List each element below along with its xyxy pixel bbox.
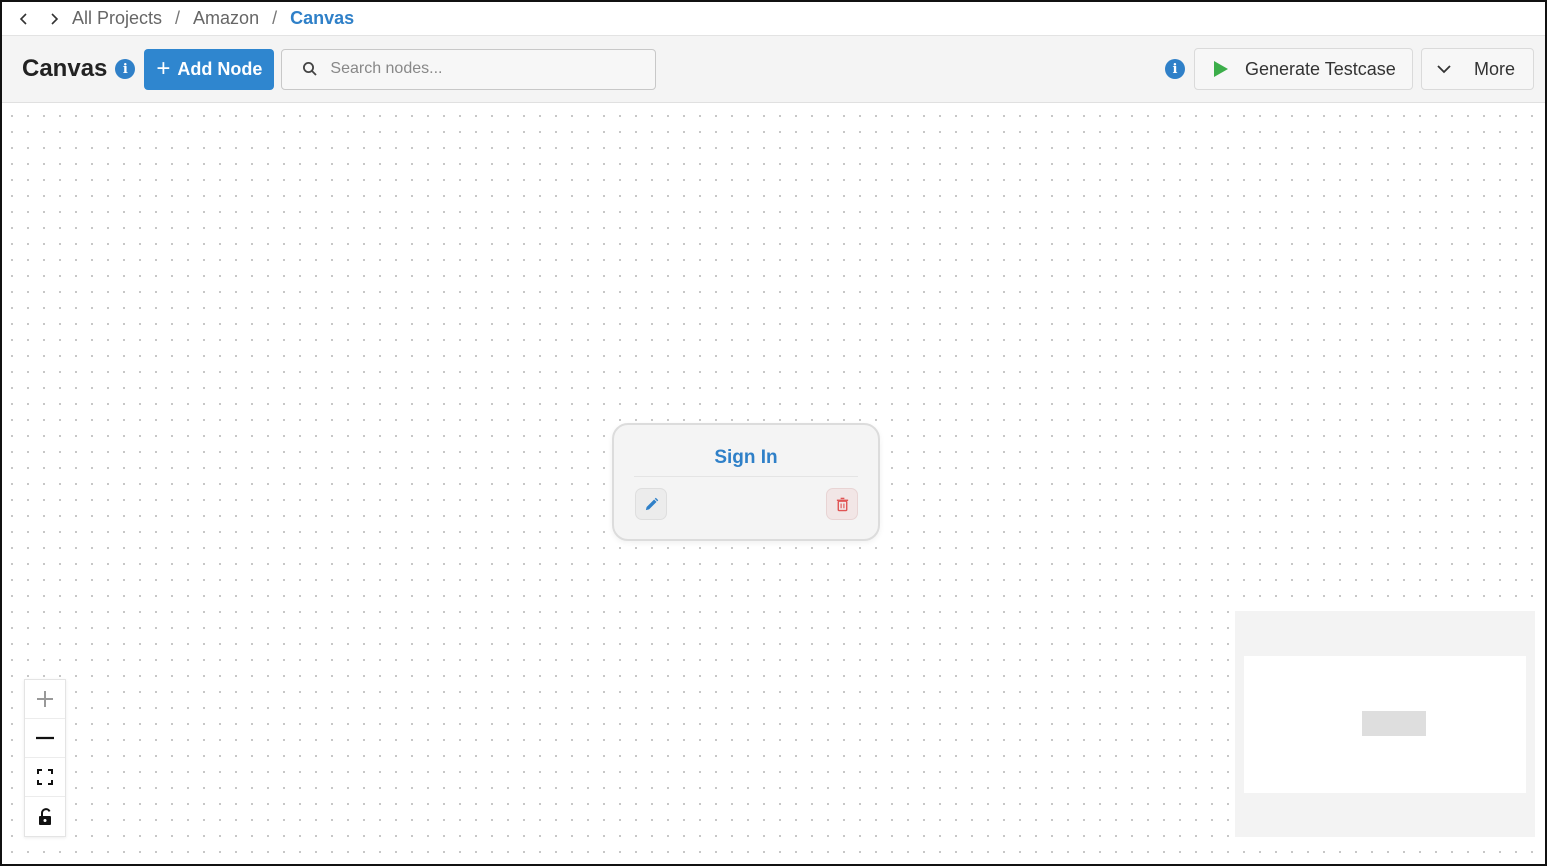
breadcrumb-separator: / [272, 8, 278, 28]
breadcrumb-all-projects[interactable]: All Projects [72, 8, 162, 29]
add-node-button[interactable]: + Add Node [144, 48, 275, 90]
info-icon[interactable]: i [115, 59, 136, 79]
breadcrumb-bar: All Projects / Amazon / Canvas [2, 2, 1545, 36]
more-dropdown-button[interactable]: More [1421, 48, 1534, 90]
minimap-node [1362, 711, 1426, 736]
search-box[interactable] [281, 48, 657, 90]
node-title: Sign In [714, 447, 778, 468]
minimap[interactable] [1235, 611, 1535, 837]
breadcrumb-canvas: Canvas [290, 8, 355, 28]
minimap-viewport [1244, 656, 1526, 793]
delete-node-button[interactable] [826, 488, 858, 520]
chevron-down-icon [1437, 65, 1451, 74]
node-divider [634, 476, 858, 477]
generate-testcase-label: Generate Testcase [1245, 58, 1396, 79]
search-icon [303, 62, 318, 76]
forward-button[interactable] [40, 5, 68, 33]
app-window: All Projects / Amazon / Canvas Canvas i … [0, 0, 1547, 866]
pencil-icon [645, 497, 658, 510]
flow-node[interactable]: Sign In [612, 423, 880, 541]
search-input[interactable] [330, 60, 631, 78]
zoom-out-button[interactable] [25, 719, 65, 758]
play-icon [1214, 61, 1228, 77]
info-icon[interactable]: i [1165, 59, 1185, 79]
zoom-in-button[interactable] [25, 680, 65, 719]
trash-icon [836, 497, 848, 511]
toolbar-actions: i Generate Testcase More [1165, 48, 1534, 90]
page-title: Canvas [22, 55, 108, 82]
plus-icon [37, 691, 53, 707]
generate-testcase-button[interactable]: Generate Testcase [1194, 48, 1413, 90]
fit-view-button[interactable] [25, 758, 65, 797]
breadcrumb-amazon[interactable]: Amazon [193, 8, 259, 29]
flow-canvas[interactable]: Sign In [2, 103, 1545, 864]
unlock-icon [39, 807, 51, 825]
chevron-right-icon [51, 12, 59, 25]
more-label: More [1474, 58, 1516, 79]
edit-node-button[interactable] [635, 488, 667, 520]
fit-view-icon [37, 769, 53, 785]
zoom-controls [24, 679, 66, 837]
breadcrumb-separator: / [175, 8, 181, 28]
chevron-left-icon [19, 12, 27, 25]
back-button[interactable] [10, 5, 38, 33]
plus-icon: + [156, 55, 171, 82]
add-node-label: Add Node [177, 58, 263, 79]
lock-toggle-button[interactable] [25, 797, 65, 836]
toolbar: Canvas i + Add Node i Generate Testcase … [2, 36, 1545, 103]
minus-icon [36, 736, 54, 740]
